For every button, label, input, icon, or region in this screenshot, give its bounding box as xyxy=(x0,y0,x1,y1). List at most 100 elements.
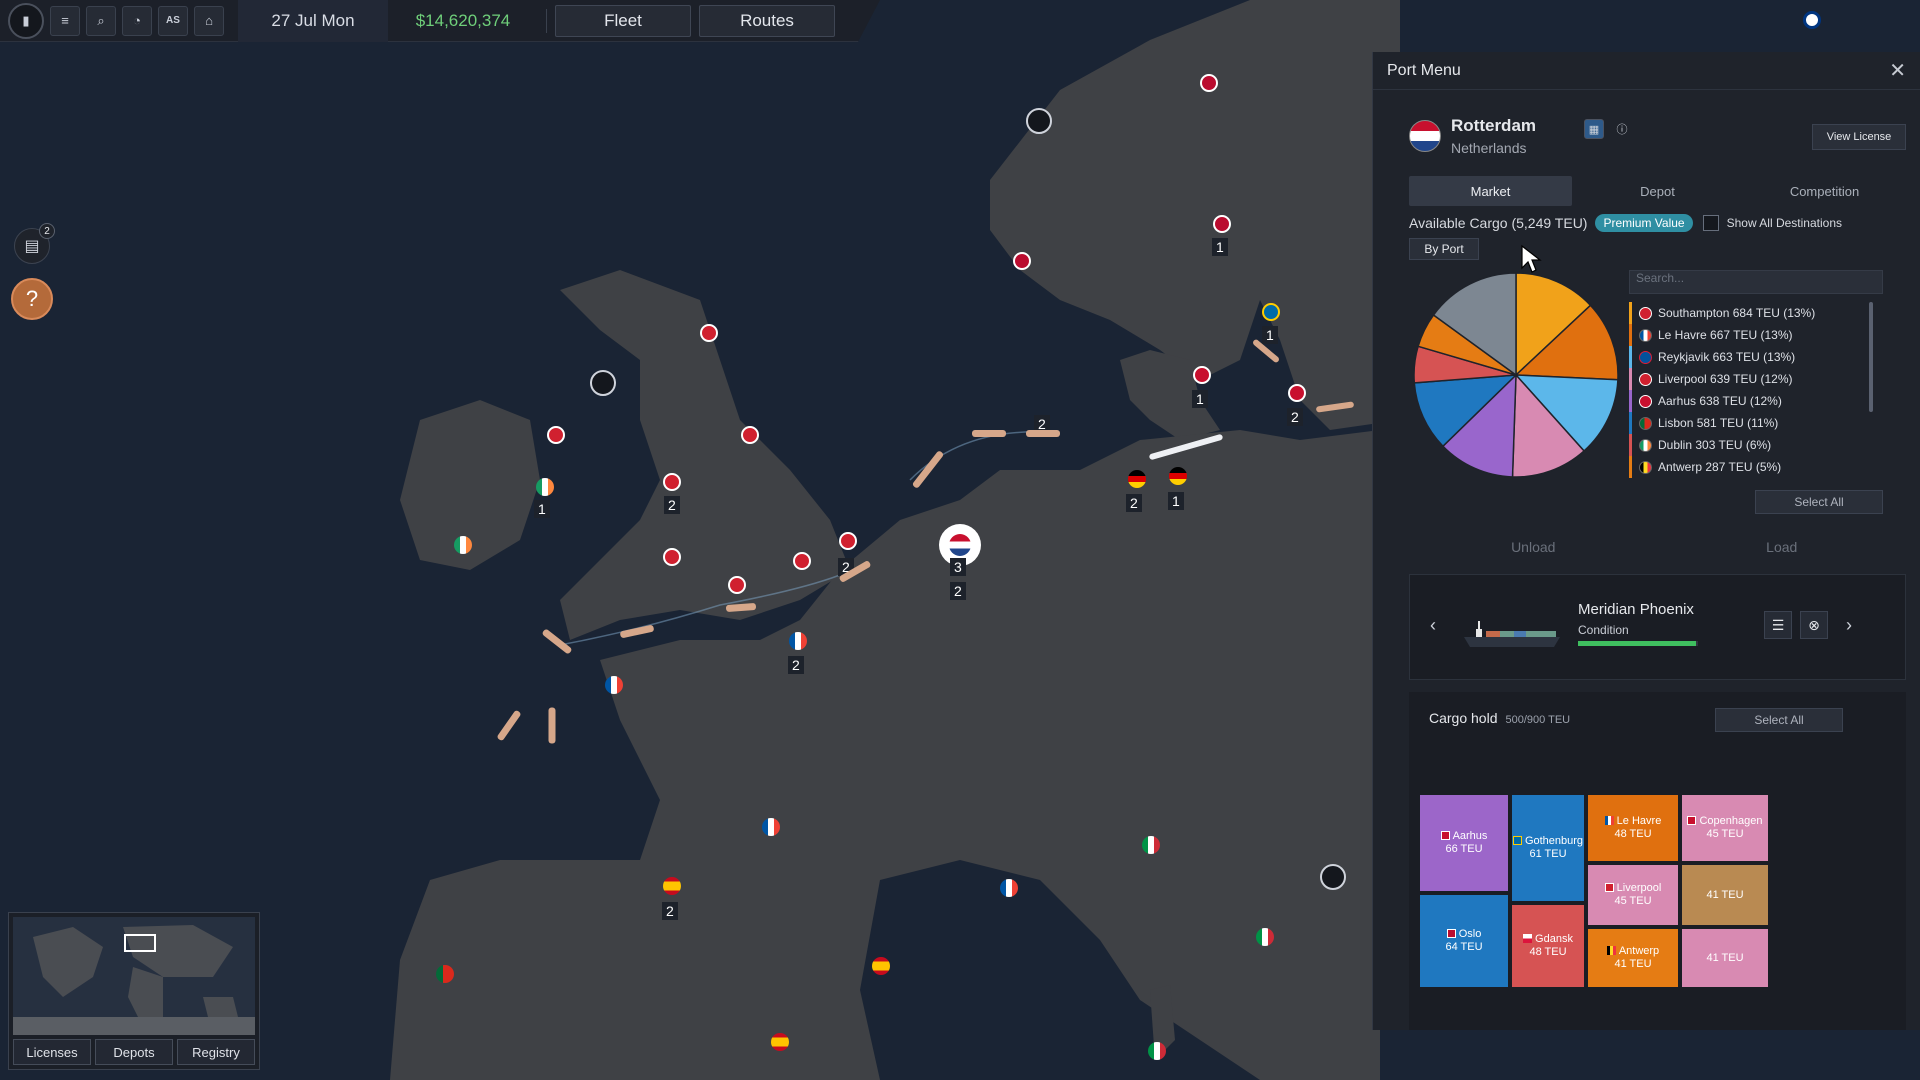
cargo-block[interactable]: Gdansk 48 TEU xyxy=(1511,904,1585,988)
bell-icon[interactable]: ◔ xyxy=(122,5,152,36)
cargo-block-name: Antwerp xyxy=(1606,945,1659,958)
close-icon[interactable]: ✕ xyxy=(1889,58,1906,83)
view-license-button[interactable]: View License xyxy=(1812,124,1906,150)
tasks-button[interactable]: ▤ 2 xyxy=(14,223,55,264)
italy-flag-icon[interactable] xyxy=(1256,928,1274,946)
tab-competition[interactable]: Competition xyxy=(1743,176,1906,206)
destination-item[interactable]: Southampton 684 TEU (13%) xyxy=(1629,302,1877,324)
destination-item[interactable]: Aarhus 638 TEU (12%) xyxy=(1629,390,1877,412)
uk-flag-icon[interactable] xyxy=(547,426,565,444)
cargo-block-teu: 61 TEU xyxy=(1529,848,1567,860)
germany-flag-icon[interactable] xyxy=(1169,467,1187,485)
destination-search-input[interactable]: Search... xyxy=(1629,270,1883,294)
list-scrollbar[interactable] xyxy=(1869,302,1873,412)
cargo-block[interactable]: 41 TEU xyxy=(1681,864,1769,926)
tab-market[interactable]: Market xyxy=(1409,176,1572,206)
norway-flag-icon[interactable] xyxy=(1213,215,1231,233)
cargo-pie-chart[interactable] xyxy=(1411,270,1621,480)
finland-flag-icon[interactable] xyxy=(1803,11,1821,29)
help-button[interactable]: ? xyxy=(11,278,53,320)
bank-icon[interactable]: ⌂ xyxy=(194,5,224,36)
destination-item[interactable]: Dublin 303 TEU (6%) xyxy=(1629,434,1877,456)
minimap-view[interactable] xyxy=(13,917,255,1035)
destination-color-bar xyxy=(1629,456,1632,478)
cargo-block[interactable]: Le Havre 48 TEU xyxy=(1587,794,1679,862)
uk-flag-icon[interactable] xyxy=(741,426,759,444)
norway-flag-icon[interactable] xyxy=(1200,74,1218,92)
depots-button[interactable]: Depots xyxy=(95,1039,173,1065)
depot-icon[interactable] xyxy=(1026,108,1052,134)
destination-item[interactable]: Lisbon 581 TEU (11%) xyxy=(1629,412,1877,434)
cargo-block[interactable]: 41 TEU xyxy=(1681,928,1769,988)
italy-flag-icon[interactable] xyxy=(1142,836,1160,854)
destination-item[interactable]: Antwerp 287 TEU (5%) xyxy=(1629,456,1877,478)
divider xyxy=(546,8,547,33)
ireland-flag-icon[interactable] xyxy=(454,536,472,554)
germany-flag-icon[interactable] xyxy=(1128,470,1146,488)
destination-item[interactable]: Liverpool 639 TEU (12%) xyxy=(1629,368,1877,390)
depot-icon[interactable] xyxy=(1320,864,1346,890)
routes-button[interactable]: Routes xyxy=(699,4,835,37)
show-all-checkbox[interactable] xyxy=(1702,215,1719,231)
cargo-block-name: Le Havre xyxy=(1604,815,1661,828)
destination-item[interactable]: Le Havre 667 TEU (13%) xyxy=(1629,324,1877,346)
sweden-flag-icon[interactable] xyxy=(1262,303,1280,321)
search-icon[interactable]: ⌕ xyxy=(86,5,116,36)
select-all-destinations-button[interactable]: Select All xyxy=(1755,490,1883,514)
select-all-hold-button[interactable]: Select All xyxy=(1715,708,1843,732)
next-ship-icon[interactable]: › xyxy=(1846,615,1852,636)
uk-flag-icon[interactable] xyxy=(700,324,718,342)
cargo-block[interactable]: Copenhagen 45 TEU xyxy=(1681,794,1769,862)
cargo-block[interactable]: Liverpool 45 TEU xyxy=(1587,864,1679,926)
norway-flag-icon[interactable] xyxy=(1013,252,1031,270)
info-icon[interactable]: ⓘ xyxy=(1612,119,1632,139)
destination-color-bar xyxy=(1629,412,1632,434)
unload-button[interactable]: Unload xyxy=(1409,534,1658,560)
uk-flag-icon[interactable] xyxy=(728,576,746,594)
italy-flag-icon[interactable] xyxy=(1148,1042,1166,1060)
list-icon[interactable]: ≡ xyxy=(50,5,80,36)
ship-route-icon[interactable]: ⊗ xyxy=(1800,611,1828,639)
is-flag-icon xyxy=(1639,350,1652,364)
spain-flag-icon[interactable] xyxy=(663,877,681,895)
destination-item[interactable]: Reykjavik 663 TEU (13%) xyxy=(1629,346,1877,368)
registry-button[interactable]: Registry xyxy=(177,1039,255,1065)
depot-icon[interactable] xyxy=(590,370,616,396)
cargo-block[interactable]: Gothenburg 61 TEU xyxy=(1511,794,1585,902)
load-button[interactable]: Load xyxy=(1658,534,1907,560)
cargo-block[interactable]: Oslo 64 TEU xyxy=(1419,894,1509,988)
ship-icon[interactable] xyxy=(1026,430,1060,437)
spain-flag-icon[interactable] xyxy=(771,1033,789,1051)
france-flag-icon[interactable] xyxy=(605,676,623,694)
tab-depot[interactable]: Depot xyxy=(1576,176,1739,206)
premium-value-badge[interactable]: Premium Value xyxy=(1595,214,1693,232)
denmark-flag-icon[interactable] xyxy=(1288,384,1306,402)
cargo-block[interactable]: Aarhus 66 TEU xyxy=(1419,794,1509,892)
denmark-flag-icon[interactable] xyxy=(1193,366,1211,384)
prev-ship-icon[interactable]: ‹ xyxy=(1430,615,1436,636)
uk-flag-icon[interactable] xyxy=(663,548,681,566)
france-flag-icon[interactable] xyxy=(789,632,807,650)
home-icon[interactable]: ▮ xyxy=(8,2,44,39)
france-flag-icon[interactable] xyxy=(1000,879,1018,897)
uk-flag-icon[interactable] xyxy=(663,473,681,491)
se-flag-icon xyxy=(1512,836,1522,845)
france-flag-icon[interactable] xyxy=(762,818,780,836)
grid-icon[interactable]: ▦ xyxy=(1584,119,1604,139)
ship-icon[interactable] xyxy=(972,430,1006,437)
uk-flag-icon[interactable] xyxy=(839,532,857,550)
cargo-block[interactable]: Antwerp 41 TEU xyxy=(1587,928,1679,988)
portugal-flag-icon[interactable] xyxy=(436,965,454,983)
ship-menu-icon[interactable]: ☰ xyxy=(1764,611,1792,639)
ireland-flag-icon[interactable] xyxy=(536,478,554,496)
fleet-button[interactable]: Fleet xyxy=(555,4,691,37)
by-port-button[interactable]: By Port xyxy=(1409,238,1479,260)
destination-label: Reykjavik 663 TEU (13%) xyxy=(1658,350,1796,364)
ship-icon[interactable] xyxy=(548,707,556,744)
licenses-button[interactable]: Licenses xyxy=(13,1039,91,1065)
spain-flag-icon[interactable] xyxy=(872,957,890,975)
cargo-block-name: Oslo xyxy=(1446,928,1481,941)
port-tabs: Market Depot Competition xyxy=(1409,176,1906,206)
uk-flag-icon[interactable] xyxy=(793,552,811,570)
company-badge-button[interactable]: AS xyxy=(158,5,188,36)
